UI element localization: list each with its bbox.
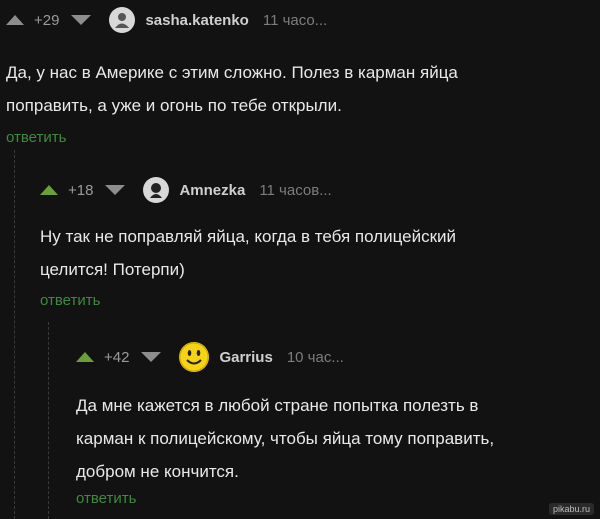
comment-text-line: Ну так не поправляй яйца, когда в тебя п…	[40, 227, 457, 246]
comment-text-line: Да, у нас в Америке с этим сложно. Полез…	[6, 63, 458, 82]
upvote-icon[interactable]	[6, 15, 24, 25]
comment-text-line: карман к полицейскому, чтобы яйца тому п…	[76, 429, 495, 448]
comment: +29 sasha.katenko 11 часо... Да, у нас в…	[6, 6, 596, 146]
reply-link[interactable]: ответить	[76, 490, 591, 507]
username[interactable]: Garrius	[219, 349, 272, 366]
rating: +42	[104, 348, 130, 366]
comment-header: +18 Amnezka 11 часов...	[40, 176, 590, 204]
username[interactable]: sasha.katenko	[145, 12, 248, 29]
thread-line	[48, 322, 49, 519]
comment-text-line: Да мне кажется в любой стране попытка по…	[76, 396, 479, 415]
person-icon	[150, 183, 163, 198]
upvote-icon[interactable]	[76, 352, 94, 362]
downvote-icon[interactable]	[71, 15, 92, 25]
comment: +42 Garrius 10 час... Да мне кажется в л…	[76, 342, 591, 507]
rating: +29	[34, 11, 60, 29]
comment-text: Ну так не поправляй яйца, когда в тебя п…	[40, 220, 590, 286]
reply-link[interactable]: ответить	[40, 292, 590, 309]
comment-header: +42 Garrius 10 час...	[76, 342, 591, 372]
timestamp[interactable]: 11 часо...	[263, 12, 327, 29]
comment-text-line: добром не кончится.	[76, 462, 239, 481]
comment-text: Да мне кажется в любой стране попытка по…	[76, 389, 591, 488]
comment-text-line: целится! Потерпи)	[40, 260, 185, 279]
person-icon	[115, 13, 130, 28]
downvote-icon[interactable]	[105, 185, 126, 195]
comment-text: Да, у нас в Америке с этим сложно. Полез…	[6, 56, 596, 122]
avatar[interactable]	[109, 7, 136, 33]
avatar[interactable]	[179, 342, 210, 372]
username[interactable]: Amnezka	[179, 182, 245, 199]
comment-header: +29 sasha.katenko 11 часо...	[6, 6, 596, 34]
timestamp[interactable]: 10 час...	[287, 349, 344, 366]
comment-text-line: поправить, а уже и огонь по тебе открыли…	[6, 96, 342, 115]
rating: +18	[68, 181, 94, 199]
watermark: pikabu.ru	[548, 503, 594, 515]
avatar[interactable]	[143, 177, 170, 203]
upvote-icon[interactable]	[40, 185, 58, 195]
comment: +18 Amnezka 11 часов... Ну так не поправ…	[40, 176, 590, 309]
smiley-icon	[179, 342, 209, 372]
downvote-icon[interactable]	[141, 352, 162, 362]
reply-link[interactable]: ответить	[6, 129, 596, 146]
timestamp[interactable]: 11 часов...	[259, 182, 331, 199]
thread-line	[14, 150, 15, 519]
